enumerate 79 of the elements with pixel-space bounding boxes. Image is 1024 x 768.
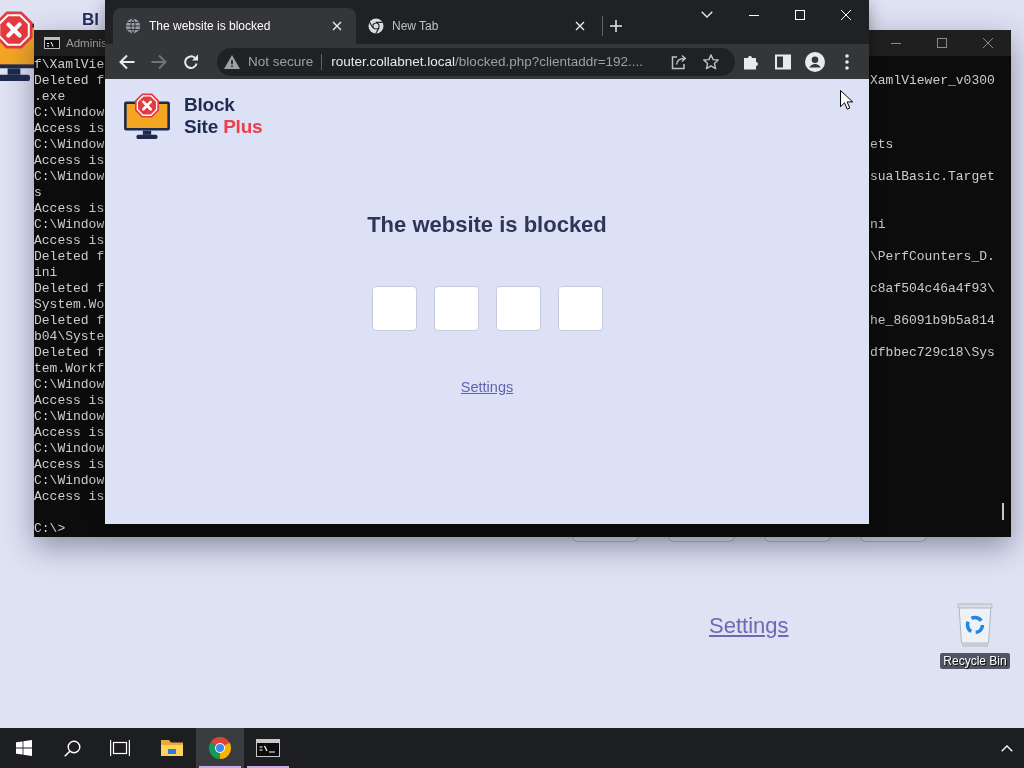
console-line: C:\Window xyxy=(34,217,105,233)
console-line: Deleted f xyxy=(34,249,105,265)
globe-icon xyxy=(125,18,141,34)
window-title: Adminis xyxy=(66,37,107,49)
scrollbar-thumb[interactable] xyxy=(1002,503,1004,520)
console-line: Deleted f xyxy=(34,313,105,329)
console-line: tem.Workf xyxy=(34,361,105,377)
puzzle-piece-icon[interactable] xyxy=(743,53,759,70)
search-icon[interactable] xyxy=(63,739,81,757)
console-line: Access is xyxy=(34,233,105,249)
side-panel-icon[interactable] xyxy=(775,53,791,70)
arrow-left-icon[interactable] xyxy=(119,53,135,70)
security-status[interactable]: Not secure xyxy=(248,54,314,69)
reload-icon[interactable] xyxy=(183,53,199,70)
chevron-up-icon[interactable] xyxy=(1001,744,1013,752)
recycle-bin-icon[interactable] xyxy=(955,603,995,647)
console-line: C:\Window xyxy=(34,137,105,153)
settings-link[interactable]: Settings xyxy=(460,376,514,398)
page-heading: The website is blocked xyxy=(367,211,607,239)
console-line: C:\Window xyxy=(34,377,105,393)
console-line: Access is xyxy=(34,489,105,505)
console-line: ini xyxy=(34,265,59,281)
console-line: C:\Window xyxy=(34,473,105,489)
console-line: Access is xyxy=(34,393,105,409)
console-line: \PerfCounters_D. xyxy=(870,249,996,265)
console-line: Access is xyxy=(34,121,105,137)
browser-tab[interactable]: The website is blocked xyxy=(113,8,356,44)
console-line: Access is xyxy=(34,153,105,169)
plus-icon[interactable] xyxy=(610,20,622,32)
code-input-field[interactable] xyxy=(495,286,541,331)
browser-logo-icon[interactable] xyxy=(208,736,232,760)
code-input-field[interactable] xyxy=(371,286,417,331)
console-line: System.Wo xyxy=(34,297,105,313)
cursor-icon xyxy=(840,90,853,110)
settings-link[interactable]: Settings xyxy=(709,609,789,643)
code-input-field[interactable] xyxy=(557,286,603,331)
logo-icon xyxy=(123,92,171,140)
console-line: C:\Window xyxy=(34,441,105,457)
minimize-icon[interactable] xyxy=(749,14,759,16)
browser-logo-icon xyxy=(368,18,384,34)
console-line: b04\Syste xyxy=(34,329,105,345)
logo-text: Block Site Plus xyxy=(184,94,263,138)
console-line: Deleted f xyxy=(34,345,105,361)
console-line: f\XamlVie xyxy=(34,57,105,73)
terminal-icon[interactable] xyxy=(256,739,280,757)
logo-text: Bl xyxy=(82,11,99,29)
folder-icon[interactable] xyxy=(160,738,184,758)
console-line: XamlViewer_v0300 xyxy=(870,73,996,89)
console-line: Deleted f xyxy=(34,73,105,89)
browser-tab[interactable]: New Tab xyxy=(356,8,599,44)
chevron-down-icon[interactable] xyxy=(701,10,713,18)
console-line: he_86091b9b5a814 xyxy=(870,313,996,329)
console-line: Access is xyxy=(34,425,105,441)
task-view-icon[interactable] xyxy=(110,740,130,756)
menu-icon[interactable] xyxy=(845,53,849,70)
windows-logo-icon[interactable] xyxy=(16,740,32,756)
console-line: Access is xyxy=(34,457,105,473)
console-line: C:\Window xyxy=(34,169,105,185)
console-line: C:\Window xyxy=(34,409,105,425)
console-line: .exe xyxy=(34,89,67,105)
taskbar-app-button[interactable] xyxy=(196,728,244,768)
console-line: s xyxy=(34,185,43,201)
console-line: Deleted f xyxy=(34,281,105,297)
terminal-icon xyxy=(44,37,60,49)
console-line: Access is xyxy=(34,201,105,217)
url-text: router.collabnet.local/blocked.php?clientaddr=192.... xyxy=(331,54,645,69)
desktop-icon-label[interactable]: Recycle Bin xyxy=(940,653,1010,669)
address-bar[interactable]: Not secure router.collabnet.local/blocked.php?clientaddr=192.... xyxy=(217,47,735,76)
console-line: ets xyxy=(870,137,895,153)
warning-icon xyxy=(224,54,240,69)
console-line: dfbbec729c18\Sys xyxy=(870,345,996,361)
console-line: sualBasic.Target xyxy=(870,169,996,185)
console-line: ni xyxy=(870,217,887,233)
console-line: c8af504c46a4f93\ xyxy=(870,281,996,297)
console-line: C:\Window xyxy=(34,105,105,121)
share-icon[interactable] xyxy=(671,53,687,70)
code-input-field[interactable] xyxy=(433,286,479,331)
star-icon[interactable] xyxy=(703,53,719,70)
console-prompt: C:\> xyxy=(34,521,67,537)
